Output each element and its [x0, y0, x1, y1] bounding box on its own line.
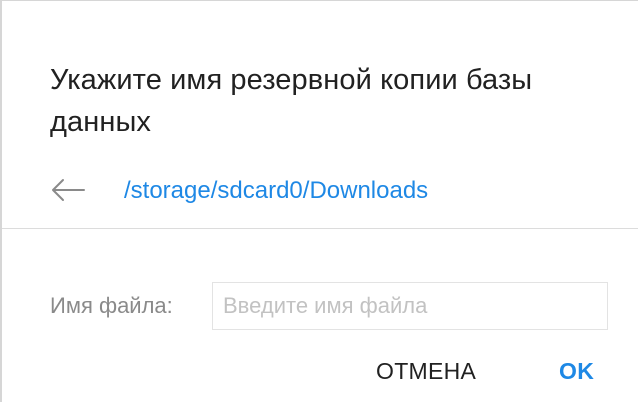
cancel-button[interactable]: ОТМЕНА — [376, 353, 476, 389]
back-button[interactable] — [48, 175, 88, 205]
arrow-left-icon — [52, 179, 85, 201]
path-row: /storage/sdcard0/Downloads — [2, 161, 638, 221]
dialog-title: Укажите имя резервной копии базы данных — [50, 64, 533, 138]
backup-name-dialog: Укажите имя резервной копии базы данных … — [0, 0, 638, 402]
divider — [2, 228, 638, 229]
filename-input[interactable] — [212, 282, 608, 330]
ok-button[interactable]: OK — [559, 353, 594, 389]
filename-label: Имя файла: — [50, 293, 173, 318]
current-path-link[interactable]: /storage/sdcard0/Downloads — [124, 176, 428, 206]
